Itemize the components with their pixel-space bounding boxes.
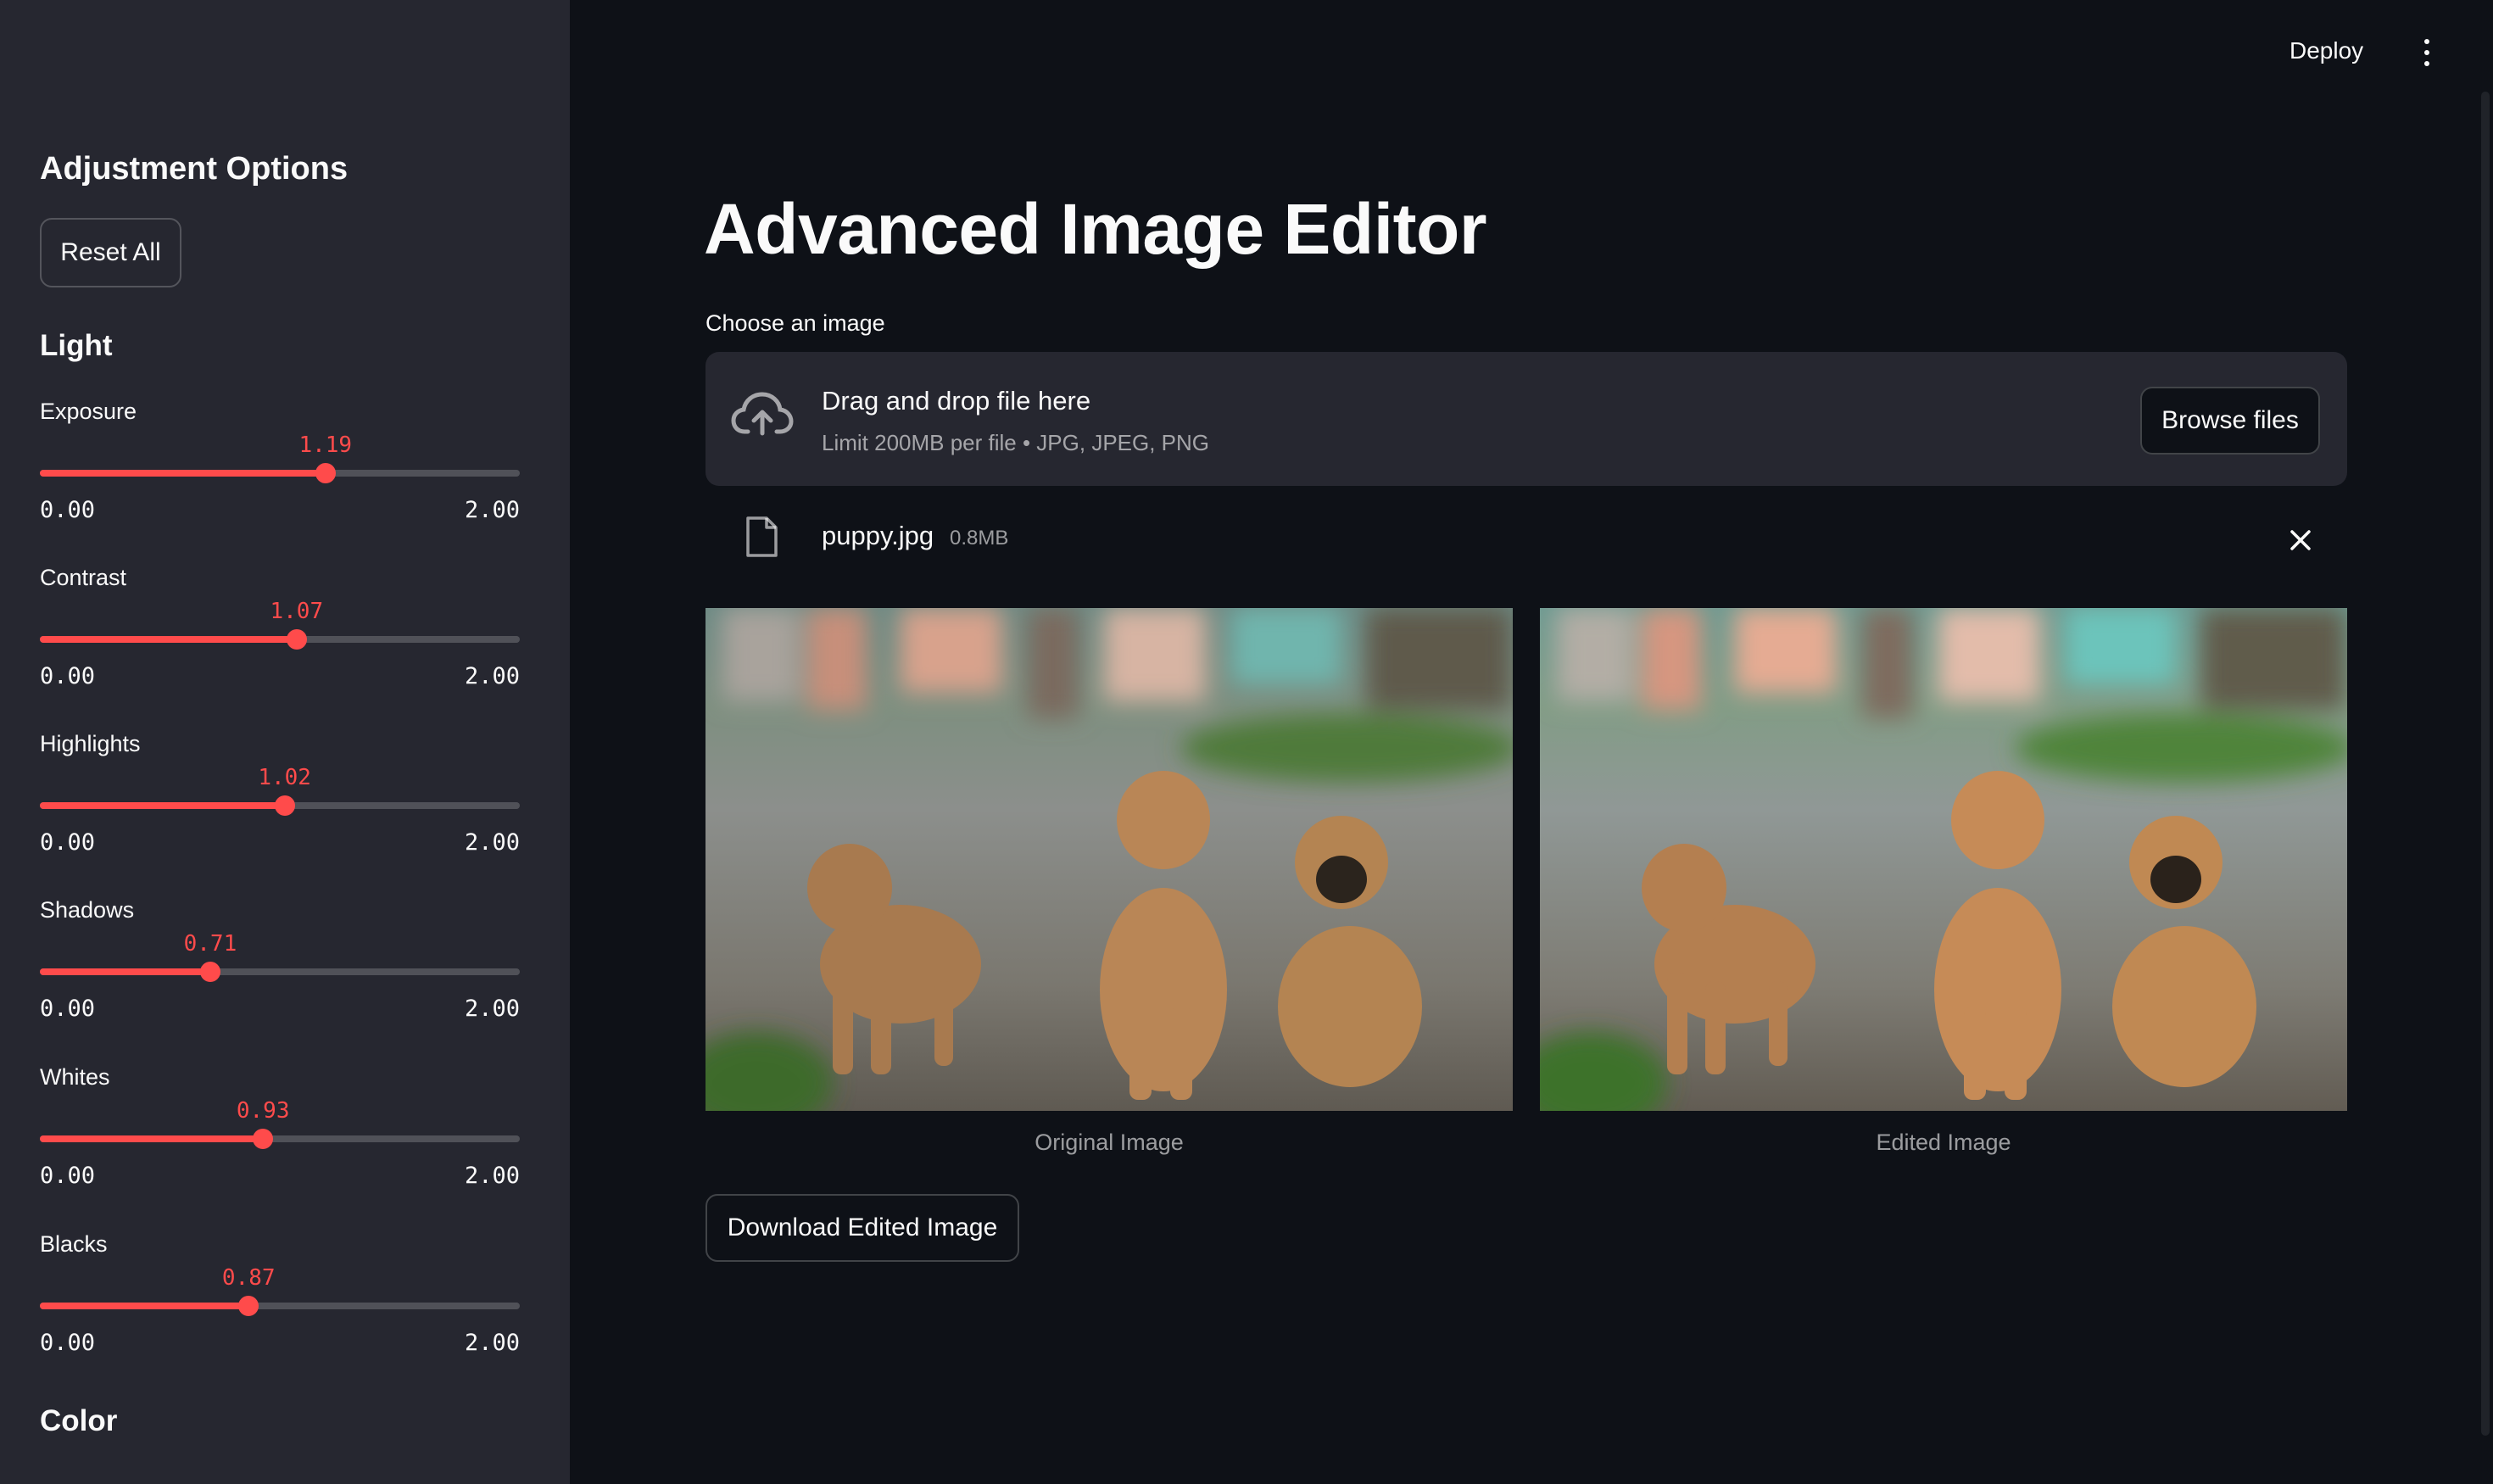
slider-max: 2.00 <box>464 829 520 856</box>
slider-fill <box>40 968 210 975</box>
scrollbar[interactable] <box>2481 92 2490 1436</box>
slider-blacks[interactable]: Blacks 0.87 0.00 2.00 <box>40 1231 520 1384</box>
slider-min: 0.00 <box>40 1163 96 1189</box>
slider-min: 0.00 <box>40 829 96 856</box>
deploy-button[interactable]: Deploy <box>2289 37 2363 64</box>
slider-highlights[interactable]: Highlights 1.02 0.00 2.00 <box>40 731 520 884</box>
file-size: 0.8MB <box>950 527 1009 550</box>
slider-track[interactable] <box>40 463 520 483</box>
slider-label: Highlights <box>40 731 141 756</box>
slider-fill <box>40 470 326 477</box>
slider-value: 0.93 <box>236 1098 290 1124</box>
slider-whites[interactable]: Whites 0.93 0.00 2.00 <box>40 1064 520 1217</box>
slider-value: 0.87 <box>221 1265 276 1291</box>
uploader-label: Choose an image <box>706 310 885 336</box>
page-title: Advanced Image Editor <box>704 189 1487 269</box>
slider-contrast[interactable]: Contrast 1.07 0.00 2.00 <box>40 565 520 717</box>
sidebar: Adjustment Options Reset All Light Expos… <box>0 0 570 1484</box>
slider-track[interactable] <box>40 795 520 816</box>
slider-thumb[interactable] <box>253 1129 274 1149</box>
close-icon[interactable] <box>2288 527 2313 553</box>
slider-min: 0.00 <box>40 663 96 689</box>
original-image-caption: Original Image <box>1035 1130 1184 1155</box>
slider-track[interactable] <box>40 962 520 982</box>
slider-fill <box>40 1303 249 1309</box>
sidebar-title: Adjustment Options <box>40 151 349 187</box>
download-edited-image-button[interactable]: Download Edited Image <box>706 1194 1019 1262</box>
slider-max: 2.00 <box>464 1163 520 1189</box>
file-name: puppy.jpg <box>822 521 934 550</box>
slider-value: 1.02 <box>258 765 311 790</box>
file-dropzone[interactable]: Drag and drop file here Limit 200MB per … <box>706 352 2347 486</box>
slider-thumb[interactable] <box>315 463 336 483</box>
edited-image <box>1540 608 2347 1111</box>
slider-min: 0.00 <box>40 497 96 523</box>
slider-label: Contrast <box>40 565 127 590</box>
kebab-menu-icon[interactable] <box>2422 37 2432 68</box>
uploaded-file-row: puppy.jpg 0.8MB <box>706 509 2347 568</box>
slider-value: 1.19 <box>298 432 353 458</box>
slider-max: 2.00 <box>464 1330 520 1356</box>
slider-thumb[interactable] <box>199 962 220 982</box>
slider-label: Shadows <box>40 897 135 923</box>
slider-max: 2.00 <box>464 663 520 689</box>
file-icon <box>746 516 778 557</box>
dropzone-limit-text: Limit 200MB per file • JPG, JPEG, PNG <box>822 430 1210 455</box>
section-header-color: Color <box>40 1404 118 1437</box>
slider-label: Whites <box>40 1064 110 1090</box>
slider-thumb[interactable] <box>274 795 295 816</box>
section-header-light: Light <box>40 329 113 362</box>
slider-fill <box>40 1135 264 1142</box>
browse-files-button[interactable]: Browse files <box>2140 387 2320 455</box>
slider-shadows[interactable]: Shadows 0.71 0.00 2.00 <box>40 897 520 1050</box>
slider-max: 2.00 <box>464 497 520 523</box>
slider-thumb[interactable] <box>286 629 307 650</box>
slider-track[interactable] <box>40 1129 520 1149</box>
slider-min: 0.00 <box>40 1330 96 1356</box>
dropzone-title: Drag and drop file here <box>822 386 1091 416</box>
slider-thumb[interactable] <box>238 1296 259 1316</box>
slider-label: Exposure <box>40 399 137 424</box>
slider-label: Blacks <box>40 1231 108 1257</box>
cloud-upload-icon <box>731 392 794 436</box>
slider-track[interactable] <box>40 1296 520 1316</box>
slider-exposure[interactable]: Exposure 1.19 0.00 2.00 <box>40 399 520 551</box>
original-image <box>706 608 1513 1111</box>
edited-image-caption: Edited Image <box>1876 1130 2011 1155</box>
reset-all-button[interactable]: Reset All <box>40 218 181 287</box>
slider-fill <box>40 802 285 809</box>
slider-track[interactable] <box>40 629 520 650</box>
slider-min: 0.00 <box>40 996 96 1022</box>
slider-fill <box>40 636 297 643</box>
slider-value: 0.71 <box>183 931 237 957</box>
slider-max: 2.00 <box>464 996 520 1022</box>
slider-value: 1.07 <box>270 599 324 624</box>
